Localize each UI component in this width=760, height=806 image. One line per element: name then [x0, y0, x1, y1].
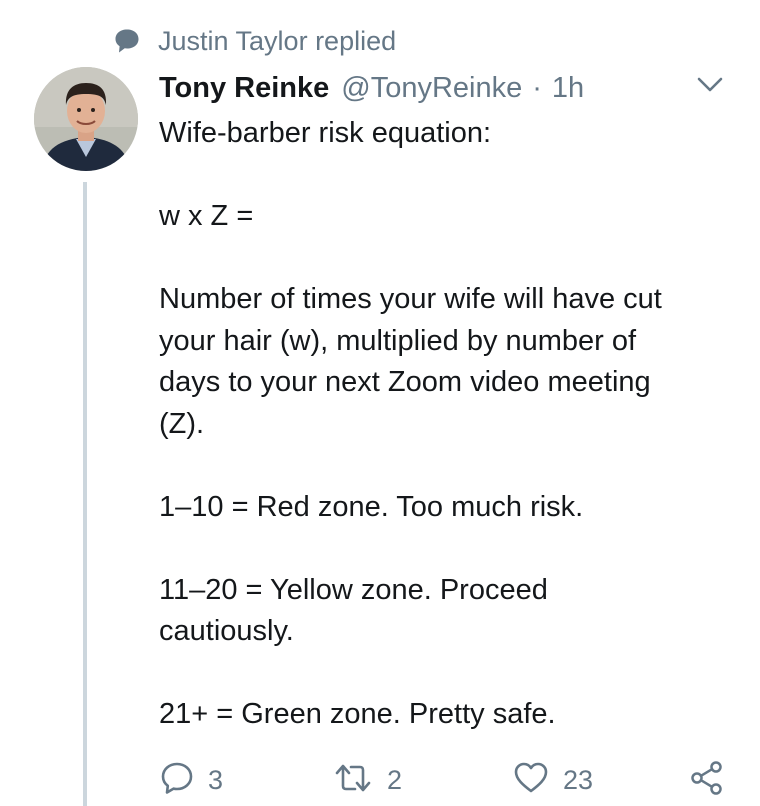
avatar[interactable]: [34, 67, 138, 171]
author-name[interactable]: Tony Reinke: [159, 72, 329, 105]
reply-button[interactable]: 3: [160, 762, 223, 798]
tweet-timestamp[interactable]: 1h: [552, 72, 584, 105]
tweet-line: Number of times your wife will have cut: [159, 283, 662, 315]
social-context-text: Justin Taylor replied: [158, 25, 397, 56]
author-handle[interactable]: @TonyReinke: [341, 72, 522, 105]
tweet-line: 11–20 = Yellow zone. Proceed: [159, 573, 548, 606]
chevron-down-icon[interactable]: [693, 70, 727, 100]
share-icon: [689, 760, 725, 801]
share-button[interactable]: [689, 760, 725, 801]
tweet-text: Wife-barber risk equation: w x Z = Numbe…: [159, 113, 739, 736]
social-context: Justin Taylor replied: [112, 24, 396, 58]
tweet-actions: 3 2 23: [0, 756, 760, 806]
retweet-button[interactable]: 2: [333, 762, 402, 798]
speech-bubble-icon: [112, 26, 142, 56]
tweet-line: cautiously.: [159, 615, 294, 647]
tweet-line: days to your next Zoom video meeting: [159, 366, 651, 398]
tweet-line: Wife-barber risk equation:: [159, 117, 492, 149]
tweet-line: (Z).: [159, 407, 205, 440]
retweet-count: 2: [387, 764, 403, 795]
like-count: 23: [563, 764, 594, 795]
header-separator: ·: [532, 71, 542, 104]
tweet-line: w x Z =: [159, 200, 254, 232]
like-button[interactable]: 23: [513, 762, 593, 798]
tweet-line: your hair (w), multiplied by number of: [159, 324, 637, 357]
tweet-line: 1–10 = Red zone. Too much risk.: [159, 490, 584, 523]
thread-line: [83, 182, 87, 806]
heart-icon: [513, 761, 549, 800]
reply-count: 3: [208, 764, 224, 795]
tweet-line: 21+ = Green zone. Pretty safe.: [159, 698, 556, 730]
tweet-header: Tony Reinke @TonyReinke · 1h: [159, 68, 584, 108]
reply-icon: [160, 761, 194, 800]
retweet-icon: [333, 761, 373, 800]
